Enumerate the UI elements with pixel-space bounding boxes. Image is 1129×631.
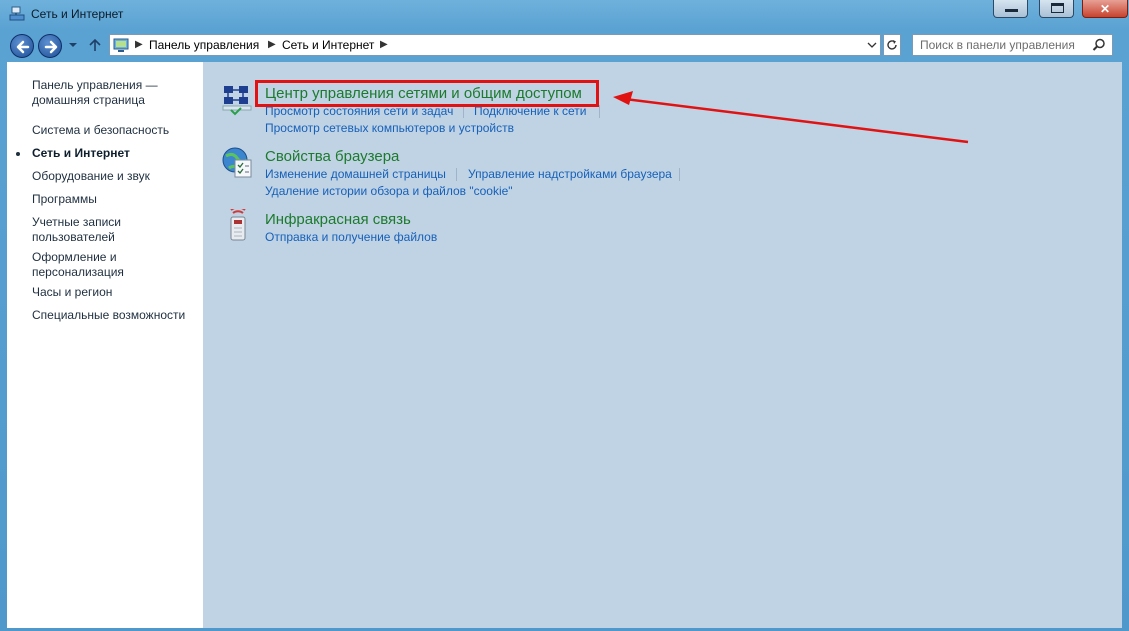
up-arrow-icon[interactable] [87,37,103,53]
close-button[interactable]: ✕ [1082,0,1128,18]
sidebar-item-system-security[interactable]: Система и безопасность [32,123,197,138]
link-delete-browsing-history[interactable]: Удаление истории обзора и файлов "cookie… [265,184,513,198]
sidebar-item-accessibility[interactable]: Специальные возможности [32,308,197,323]
breadcrumb-separator[interactable]: ▶ [135,39,143,50]
sidebar-item-programs[interactable]: Программы [32,192,197,207]
category-infrared-title[interactable]: Инфракрасная связь [265,211,411,228]
breadcrumb-separator[interactable]: ▶ [268,39,276,50]
client-area: Панель управления — домашняя страница Си… [7,62,1122,628]
control-panel-icon [113,38,129,52]
search-box[interactable] [912,34,1113,56]
breadcrumb-separator[interactable]: ▶ [380,39,388,50]
sidebar-item-home[interactable]: Панель управления — домашняя страница [32,78,197,108]
search-input[interactable] [913,35,1088,55]
refresh-icon [887,40,897,50]
refresh-button[interactable] [883,34,901,56]
network-icon [9,6,25,21]
window-title: Сеть и Интернет [31,7,124,21]
maximize-button[interactable] [1039,0,1074,18]
recent-pages-dropdown[interactable] [68,41,78,49]
back-button[interactable] [10,34,34,58]
maximize-icon [1051,3,1064,13]
sidebar-item-clock-region[interactable]: Часы и регион [32,285,197,300]
close-icon: ✕ [1099,2,1111,16]
infrared-icon [230,209,246,241]
control-panel-window: Сеть и Интернет ✕ ▶ Панель управления ▶ … [0,0,1129,631]
forward-button[interactable] [38,34,62,58]
annotation-arrow-icon [613,91,969,144]
address-bar[interactable]: ▶ Панель управления ▶ Сеть и Интернет ▶ [109,34,881,56]
sidebar-item-network-internet[interactable]: Сеть и Интернет [32,146,197,161]
sidebar: Панель управления — домашняя страница Си… [7,62,203,628]
chevron-down-icon[interactable] [867,42,877,49]
breadcrumb-network-internet[interactable]: Сеть и Интернет [282,38,374,52]
search-icon[interactable] [1092,38,1106,52]
sidebar-item-hardware-sound[interactable]: Оборудование и звук [32,169,197,184]
sidebar-item-user-accounts[interactable]: Учетные записи пользователей [32,215,142,245]
active-bullet-icon [16,152,20,156]
main-content: Центр управления сетями и общим доступом… [203,62,1122,628]
breadcrumb-control-panel[interactable]: Панель управления [149,38,259,52]
title-bar[interactable]: Сеть и Интернет ✕ [0,0,1129,30]
navigation-bar: ▶ Панель управления ▶ Сеть и Интернет ▶ [0,30,1129,62]
minimize-icon [1005,9,1018,12]
arrow-right-icon [44,40,58,54]
link-send-receive-files[interactable]: Отправка и получение файлов [265,230,437,244]
arrow-left-icon [16,40,30,54]
sidebar-item-appearance[interactable]: Оформление и персонализация [32,250,142,280]
minimize-button[interactable] [993,0,1028,18]
